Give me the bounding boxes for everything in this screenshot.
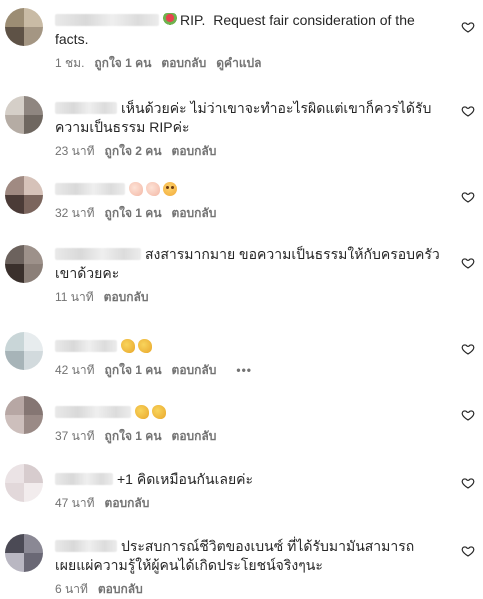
avatar[interactable] — [5, 396, 43, 434]
avatar[interactable] — [5, 534, 43, 572]
username[interactable] — [55, 540, 117, 552]
clap-icon — [138, 339, 152, 353]
comment-time[interactable]: 6 นาที — [55, 581, 88, 597]
heart-icon[interactable] — [461, 104, 475, 118]
avatar[interactable] — [5, 245, 43, 283]
heart-icon[interactable] — [461, 20, 475, 34]
hand-icon — [129, 182, 143, 196]
clap-icon — [152, 405, 166, 419]
username[interactable] — [55, 406, 131, 418]
avatar[interactable] — [5, 464, 43, 502]
likes-count[interactable]: ถูกใจ 1 คน — [105, 428, 162, 444]
reply-button[interactable]: ตอบกลับ — [98, 581, 143, 597]
comment-time[interactable]: 32 นาที — [55, 205, 95, 221]
username[interactable] — [55, 14, 159, 26]
hand-icon — [146, 182, 160, 196]
username[interactable] — [55, 183, 125, 195]
clap-icon — [135, 405, 149, 419]
reply-button[interactable]: ตอบกลับ — [172, 205, 217, 221]
comment-time[interactable]: 47 นาที — [55, 495, 95, 511]
comment-time[interactable]: 11 นาที — [55, 289, 94, 305]
heart-icon[interactable] — [461, 342, 475, 356]
reply-button[interactable]: ตอบกลับ — [105, 495, 150, 511]
more-options-icon[interactable]: ••• — [236, 362, 252, 378]
username[interactable] — [55, 340, 117, 352]
reply-button[interactable]: ตอบกลับ — [172, 362, 217, 378]
avatar[interactable] — [5, 8, 43, 46]
clap-icon — [121, 339, 135, 353]
heart-icon[interactable] — [461, 256, 475, 270]
comment-time[interactable]: 37 นาที — [55, 428, 95, 444]
avatar[interactable] — [5, 96, 43, 134]
translate-button[interactable]: ดูคำแปล — [216, 55, 261, 71]
heart-icon[interactable] — [461, 476, 475, 490]
comment-time[interactable]: 1 ชม. — [55, 55, 84, 71]
username[interactable] — [55, 102, 117, 114]
reply-button[interactable]: ตอบกลับ — [161, 55, 206, 71]
comment-text: +1 คิดเหมือนกันเลยค่ะ — [117, 471, 254, 487]
reply-button[interactable]: ตอบกลับ — [172, 428, 217, 444]
likes-count[interactable]: ถูกใจ 2 คน — [105, 143, 162, 159]
reply-button[interactable]: ตอบกลับ — [104, 289, 149, 305]
rose-icon — [163, 13, 177, 27]
avatar[interactable] — [5, 332, 43, 370]
comment-time[interactable]: 42 นาที — [55, 362, 95, 378]
comment-time[interactable]: 23 นาที — [55, 143, 95, 159]
heart-icon[interactable] — [461, 544, 475, 558]
face-icon — [163, 182, 177, 196]
username[interactable] — [55, 473, 113, 485]
likes-count[interactable]: ถูกใจ 1 คน — [105, 362, 162, 378]
heart-icon[interactable] — [461, 190, 475, 204]
likes-count[interactable]: ถูกใจ 1 คน — [94, 55, 151, 71]
username[interactable] — [55, 248, 141, 260]
heart-icon[interactable] — [461, 408, 475, 422]
reply-button[interactable]: ตอบกลับ — [172, 143, 217, 159]
avatar[interactable] — [5, 176, 43, 214]
likes-count[interactable]: ถูกใจ 1 คน — [105, 205, 162, 221]
